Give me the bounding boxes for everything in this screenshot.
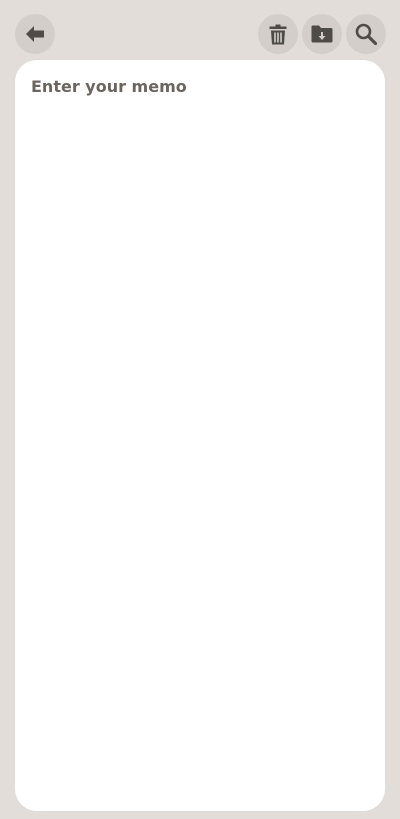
search-icon [355,23,377,45]
search-button[interactable] [346,14,386,54]
trash-icon [269,24,287,45]
memo-card [15,60,385,811]
back-button[interactable] [15,14,55,54]
memo-input[interactable] [31,77,369,795]
top-toolbar [0,0,400,60]
arrow-left-icon [25,25,45,43]
folder-download-icon [311,25,333,43]
delete-button[interactable] [258,14,298,54]
save-to-folder-button[interactable] [302,14,342,54]
